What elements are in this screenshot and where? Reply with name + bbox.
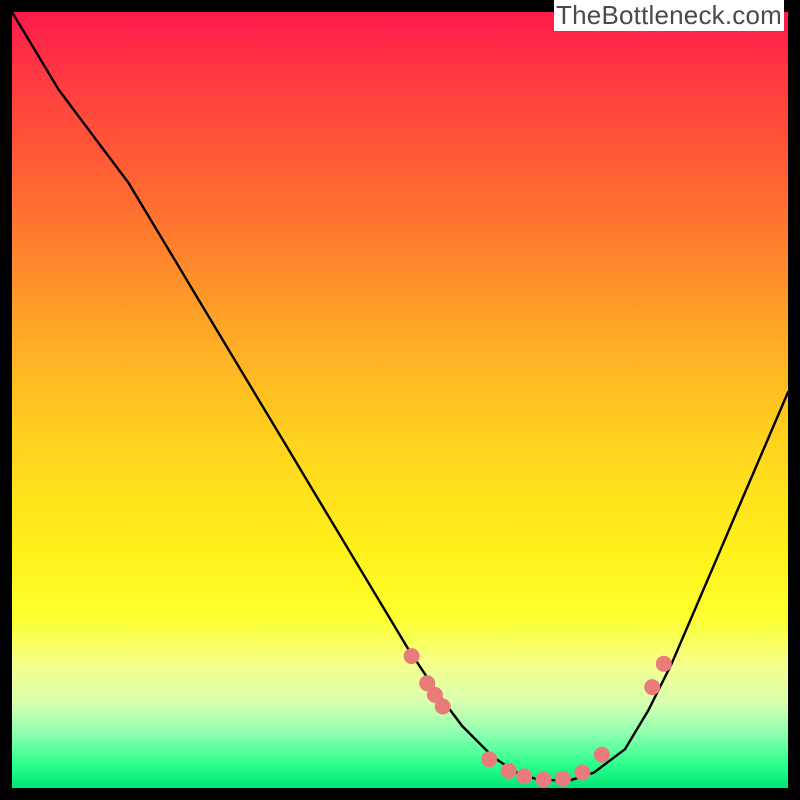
curve-marker — [574, 765, 590, 781]
chart-svg — [12, 12, 788, 788]
curve-markers — [404, 648, 672, 787]
curve-marker — [501, 763, 517, 779]
curve-marker — [536, 772, 552, 788]
curve-marker — [404, 648, 420, 664]
curve-marker — [555, 771, 571, 787]
curve-marker — [644, 679, 660, 695]
curve-marker — [516, 768, 532, 784]
curve-marker — [481, 751, 497, 767]
curve-marker — [435, 699, 451, 715]
curve-marker — [594, 747, 610, 763]
curve-marker — [656, 656, 672, 672]
watermark-text: TheBottleneck.com — [554, 0, 784, 31]
